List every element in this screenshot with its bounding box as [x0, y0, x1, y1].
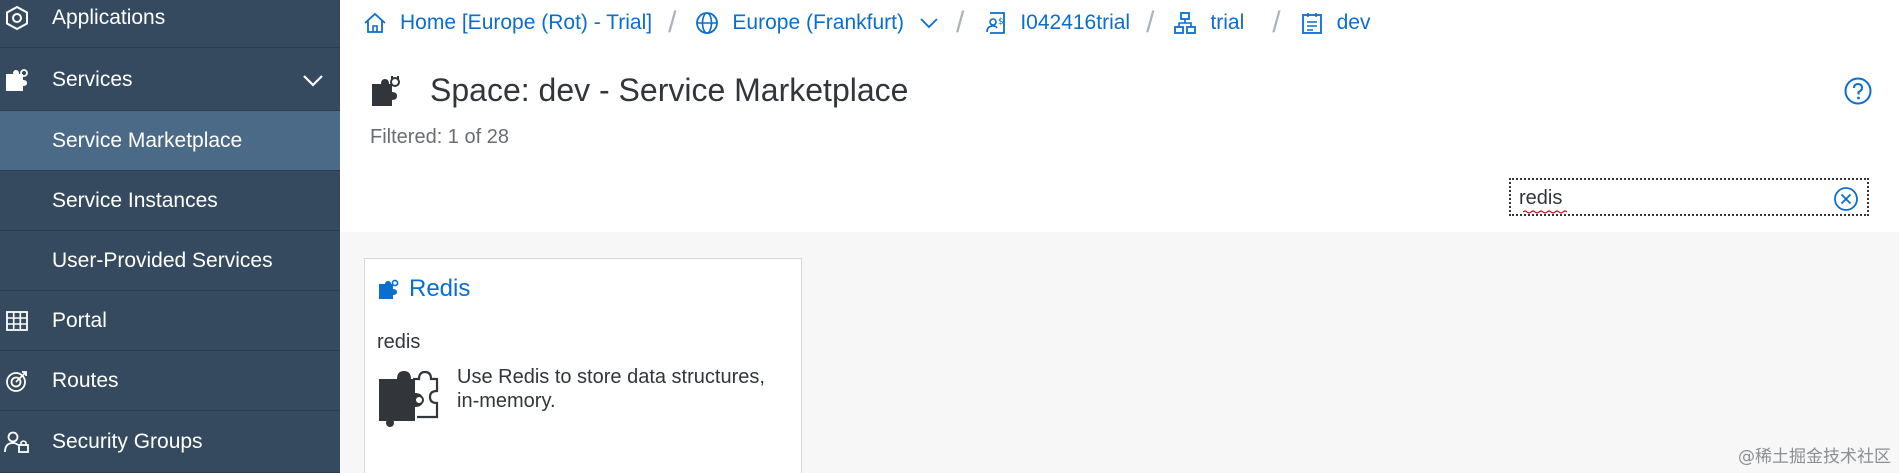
service-technical-name: redis [377, 331, 421, 353]
chevron-down-icon[interactable] [918, 12, 940, 34]
target-icon [2, 366, 32, 396]
sidebar-item-routes[interactable]: Routes [0, 351, 340, 411]
breadcrumb-label: Home [Europe (Rot) - Trial] [400, 11, 653, 34]
puzzle-icon [377, 277, 401, 301]
sidebar-item-label: Service Instances [52, 188, 218, 212]
search-field[interactable] [1508, 177, 1870, 217]
service-puzzle-icon [375, 363, 441, 429]
breadcrumb-label: dev [1336, 11, 1371, 34]
grid-icon [2, 306, 32, 336]
sidebar-item-security-groups[interactable]: Security Groups [0, 411, 340, 473]
svg-text:$: $ [998, 17, 1004, 27]
sidebar-item-label: Applications [52, 6, 166, 29]
breadcrumb-space[interactable]: dev [1299, 10, 1371, 36]
spellcheck-underline [1523, 210, 1567, 214]
sidebar-item-applications[interactable]: Applications [0, 0, 340, 48]
sidebar-item-services[interactable]: Services [0, 50, 340, 111]
sidebar-item-label: Portal [52, 308, 107, 332]
help-icon[interactable] [1843, 76, 1873, 106]
filter-count: Filtered: 1 of 28 [370, 126, 509, 148]
page-header: Home [Europe (Rot) - Trial] / Europe (Fr… [340, 0, 1899, 232]
page-title: Space: dev - Service Marketplace [430, 72, 909, 108]
sidebar-item-label: Routes [52, 368, 119, 392]
breadcrumb-label: I042416trial [1020, 11, 1131, 34]
service-description: Use Redis to store data structures, in-m… [457, 366, 765, 412]
breadcrumb-separator: / [955, 6, 965, 39]
tile-header: Redis [377, 275, 470, 303]
user-lock-icon [2, 427, 32, 457]
sidebar-item-label: Service Marketplace [52, 128, 243, 152]
account-icon: $ [982, 10, 1008, 36]
breadcrumb-region[interactable]: Europe (Frankfurt) [694, 10, 940, 36]
breadcrumb: Home [Europe (Rot) - Trial] / Europe (Fr… [362, 6, 1370, 40]
breadcrumb-subaccount[interactable]: $ I042416trial [982, 10, 1130, 36]
main-area: Home [Europe (Rot) - Trial] / Europe (Fr… [340, 0, 1899, 473]
breadcrumb-home[interactable]: Home [Europe (Rot) - Trial] [362, 10, 652, 36]
breadcrumb-label: Europe (Frankfurt) [732, 11, 904, 34]
sidebar-item-label: Security Groups [52, 429, 203, 453]
sidebar: Applications Services Service Marketplac… [0, 0, 340, 473]
globe-icon [694, 10, 720, 36]
service-name[interactable]: Redis [409, 275, 470, 303]
breadcrumb-org[interactable]: trial [1172, 10, 1244, 36]
service-list: Redis redis Use Redis to store data stru… [340, 232, 1899, 473]
sidebar-item-label: User-Provided Services [52, 248, 273, 272]
sidebar-item-label: Services [52, 68, 133, 91]
home-icon [362, 10, 388, 36]
sidebar-item-service-marketplace[interactable]: Service Marketplace [0, 111, 340, 171]
search-input[interactable] [1519, 184, 1819, 212]
breadcrumb-separator: / [1146, 6, 1155, 39]
org-icon [1172, 10, 1198, 36]
sidebar-item-portal[interactable]: Portal [0, 291, 340, 351]
puzzle-icon [368, 73, 404, 109]
page-title-row: Space: dev - Service Marketplace [368, 72, 908, 109]
sidebar-item-user-provided-services[interactable]: User-Provided Services [0, 231, 340, 291]
watermark: @稀土掘金技术社区 [1738, 447, 1891, 467]
breadcrumb-separator: / [1272, 6, 1281, 39]
chevron-down-icon[interactable] [300, 67, 326, 93]
service-tile-redis[interactable]: Redis redis Use Redis to store data stru… [364, 258, 802, 473]
clear-search-icon[interactable] [1833, 186, 1859, 212]
sidebar-item-service-instances[interactable]: Service Instances [0, 171, 340, 231]
breadcrumb-label: trial [1210, 11, 1245, 34]
cube-icon [2, 3, 32, 33]
space-icon [1299, 10, 1325, 36]
puzzle-icon [2, 65, 32, 95]
breadcrumb-separator: / [668, 6, 677, 39]
